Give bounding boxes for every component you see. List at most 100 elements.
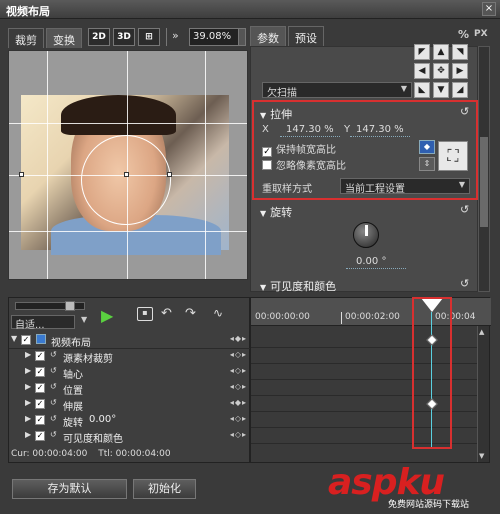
rotate-knob[interactable] [353,222,379,248]
play-icon[interactable]: ▶ [101,306,113,325]
resample-label: 重取样方式 [262,184,312,195]
close-icon[interactable]: × [482,2,496,16]
keyframe-nav-icon[interactable]: ◂◆▸ [230,334,247,343]
stretch-reset-icon[interactable]: ↺ [460,105,469,118]
grid-toggle-button[interactable]: ⊞ [138,28,160,46]
transform-handle-left[interactable] [19,172,24,177]
track-row-position[interactable]: ▶ ✓ ↺ 位置 ◂◇▸ [9,380,251,397]
zoom-slider-thumb[interactable] [65,301,75,311]
scan-select[interactable]: 欠扫描 ▼ [262,82,412,99]
rotate-value[interactable]: 0.00 ° [356,256,386,267]
reset-small-icon[interactable]: ↺ [50,414,57,423]
expand-icon[interactable]: ▶ [25,430,31,439]
auto-fit-dropdown-icon[interactable]: ▼ [81,315,87,329]
keyframe-nav-icon[interactable]: ◂◇▸ [230,382,247,391]
scrollbar-thumb[interactable] [480,137,488,227]
align-bottom-left-icon[interactable]: ◣ [414,82,430,98]
stretch-y-slider[interactable] [350,136,410,137]
reset-small-icon[interactable]: ↺ [50,430,57,439]
video-preview[interactable] [8,50,248,280]
track-row-rotate[interactable]: ▶ ✓ ↺ 旋转 0.00° ◂◇▸ [9,412,251,429]
ignore-pixel-checkbox[interactable] [262,160,272,170]
keyframe-nav-icon[interactable]: ◂◇▸ [230,430,247,439]
initialize-button[interactable]: 初始化 [133,479,196,499]
rotate-header[interactable]: ▼ 旋转 [260,204,292,220]
align-top-right-icon[interactable]: ◥ [452,44,468,60]
timeline-scrollbar[interactable] [477,326,489,462]
rotate-reset-icon[interactable]: ↺ [460,203,469,216]
expand-icon[interactable]: ▶ [25,366,31,375]
visibility-reset-icon[interactable]: ↺ [460,277,469,290]
track-rotate-value[interactable]: 0.00° [89,414,116,425]
reset-small-icon[interactable]: ↺ [50,382,57,391]
align-bottom-icon[interactable]: ▼ [433,82,449,98]
transform-handle-right[interactable] [167,172,172,177]
zoom-dropdown-button[interactable] [238,28,246,46]
scroll-up-icon[interactable]: ▲ [479,328,484,336]
align-top-left-icon[interactable]: ◤ [414,44,430,60]
tab-crop[interactable]: 裁剪 [8,28,44,48]
keep-ratio-checkbox[interactable]: ✓ [262,147,272,157]
track-row-stretch[interactable]: ▶ ✓ ↺ 伸展 ◂◆▸ [9,396,251,413]
stretch-x-slider[interactable] [280,136,340,137]
expand-icon[interactable]: ▶ [25,350,31,359]
percent-unit-icon[interactable]: % [458,28,469,41]
stretch-y-value[interactable]: 147.30 % [356,124,404,135]
stretch-x-value[interactable]: 147.30 % [286,124,334,135]
stretch-header[interactable]: ▼ 拉伸 [260,106,292,122]
save-default-button[interactable]: 存为默认 [12,479,127,499]
timeline-panel[interactable]: 00:00:00:00 00:00:02:00 00:00:04 ▲ ▼ [250,297,491,463]
2d-button[interactable]: 2D [88,28,110,46]
pixel-unit-icon[interactable]: PX [474,29,488,39]
track-row-crop[interactable]: ▶ ✓ ↺ 源素材裁剪 ◂◇▸ [9,348,251,365]
expand-icon[interactable]: ▶ [25,382,31,391]
params-scrollbar[interactable] [478,46,490,292]
comment-icon[interactable]: ▪ [137,307,153,321]
reset-small-icon[interactable]: ↺ [50,350,57,359]
timeline-ruler[interactable]: 00:00:00:00 00:00:02:00 00:00:04 [251,298,491,326]
tab-transform[interactable]: 变换 [46,28,82,48]
collapse-icon[interactable]: ▼ [11,334,17,343]
track-checkbox[interactable]: ✓ [21,335,31,345]
track-checkbox[interactable]: ✓ [35,415,45,425]
zoom-input[interactable]: 39.08% [189,28,239,46]
track-checkbox[interactable]: ✓ [35,431,45,441]
align-right-icon[interactable]: ▶ [452,63,468,79]
spin-arrows-icon[interactable]: ⇕ [419,157,435,171]
transform-handle-center[interactable] [124,172,129,177]
fit-frame-icon[interactable]: ⛶ [438,141,468,171]
keyframe-nav-icon[interactable]: ◂◆▸ [230,398,247,407]
expand-icon[interactable]: ▶ [25,414,31,423]
keyframe-nav-icon[interactable]: ◂◇▸ [230,414,247,423]
tab-presets[interactable]: 预设 [288,26,324,46]
track-checkbox[interactable]: ✓ [35,367,45,377]
waveform-icon[interactable]: ∿ [213,306,223,320]
link-xy-icon[interactable]: ◆ [419,140,435,154]
align-bottom-right-icon[interactable]: ◢ [452,82,468,98]
track-checkbox[interactable]: ✓ [35,399,45,409]
align-top-icon[interactable]: ▲ [433,44,449,60]
loop-forward-icon[interactable]: ↷ [185,306,196,321]
resample-select[interactable]: 当前工程设置 ▼ [340,178,470,195]
align-left-icon[interactable]: ◀ [414,63,430,79]
rotate-slider[interactable] [346,268,406,269]
track-row-visibility[interactable]: ▶ ✓ ↺ 可见度和颜色 ◂◇▸ [9,428,251,445]
visibility-header[interactable]: ▼ 可见度和颜色 [260,278,336,294]
keyframe-nav-icon[interactable]: ◂◇▸ [230,366,247,375]
scroll-down-icon[interactable]: ▼ [479,452,484,460]
track-checkbox[interactable]: ✓ [35,383,45,393]
track-row-root[interactable]: ▼ ✓ 视频布局 ◂◆▸ [9,332,251,349]
zoom-spinner-icon[interactable]: » [172,29,179,42]
reset-small-icon[interactable]: ↺ [50,366,57,375]
track-row-pivot[interactable]: ▶ ✓ ↺ 轴心 ◂◇▸ [9,364,251,381]
align-center-icon[interactable]: ✥ [433,63,449,79]
rotation-circle[interactable] [81,135,171,225]
3d-button[interactable]: 3D [113,28,135,46]
tab-params[interactable]: 参数 [250,26,286,46]
auto-fit-select[interactable]: 自适... [11,315,75,331]
reset-small-icon[interactable]: ↺ [50,398,57,407]
expand-icon[interactable]: ▶ [25,398,31,407]
loop-back-icon[interactable]: ↶ [161,306,172,321]
track-checkbox[interactable]: ✓ [35,351,45,361]
keyframe-nav-icon[interactable]: ◂◇▸ [230,350,247,359]
